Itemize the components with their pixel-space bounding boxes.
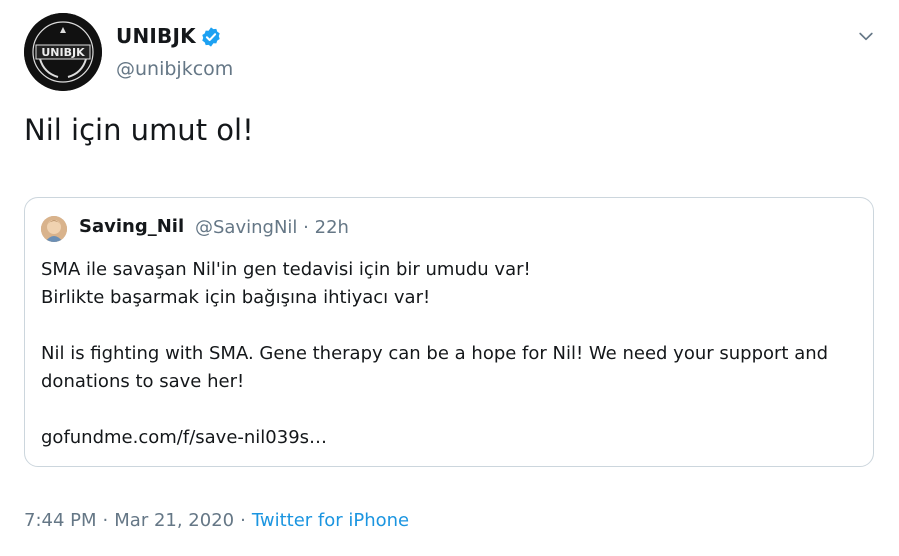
chevron-down-icon[interactable] xyxy=(856,26,876,46)
quoted-time: 22h xyxy=(314,217,349,238)
quoted-tweet-body: SMA ile savaşan Nil'in gen tedavisi için… xyxy=(41,256,851,452)
quoted-display-name: Saving_Nil xyxy=(79,216,185,237)
quoted-handle: @SavingNil xyxy=(195,217,298,238)
verified-badge-icon xyxy=(202,27,220,47)
quoted-avatar xyxy=(41,216,67,242)
quoted-meta-separator: · xyxy=(303,217,309,238)
author-handle[interactable]: @unibjkcom xyxy=(116,58,233,80)
author-display-name[interactable]: UNIBJK xyxy=(116,24,196,48)
tweet-footer: 7:44 PM · Mar 21, 2020 · Twitter for iPhone xyxy=(24,510,409,531)
quoted-tweet-card[interactable]: Saving_Nil @SavingNil · 22h SMA ile sava… xyxy=(24,197,874,467)
avatar-logo-text: UNIBJK xyxy=(41,46,85,59)
quoted-line-english: Nil is fighting with SMA. Gene therapy c… xyxy=(41,343,829,392)
quoted-link: gofundme.com/f/save-nil039s… xyxy=(41,427,328,448)
tweet-text: Nil için umut ol! xyxy=(24,113,254,147)
profile-photo-icon xyxy=(41,216,67,242)
avatar[interactable]: UNIBJK xyxy=(24,13,102,91)
tweet-source-link[interactable]: Twitter for iPhone xyxy=(252,510,409,531)
quoted-line-turkish-1: SMA ile savaşan Nil'in gen tedavisi için… xyxy=(41,259,531,280)
quoted-line-turkish-2: Birlikte başarmak için bağışına ihtiyacı… xyxy=(41,287,431,308)
tweet-time[interactable]: 7:44 PM xyxy=(24,510,97,531)
quoted-meta: @SavingNil · 22h xyxy=(195,217,349,238)
unibjk-logo-icon: UNIBJK xyxy=(24,13,102,91)
tweet-date[interactable]: Mar 21, 2020 xyxy=(114,510,234,531)
footer-separator: · xyxy=(240,510,246,531)
footer-separator: · xyxy=(102,510,109,531)
